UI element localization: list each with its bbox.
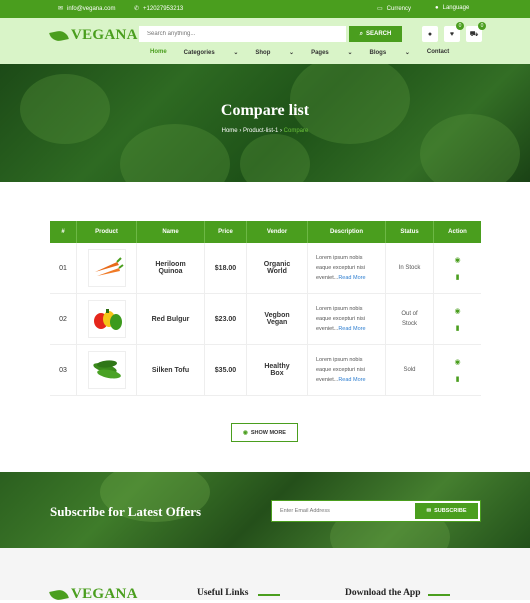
currency-icon: ▭ — [377, 6, 383, 12]
phone-icon: ✆ — [134, 6, 140, 12]
subscribe-button[interactable]: ✉ SUBSCRIBE — [415, 503, 478, 519]
phone-contact[interactable]: ✆ +12027953213 — [134, 5, 183, 13]
search-button[interactable]: ⌕ SEARCH — [349, 26, 402, 42]
cart-icon: ⛟ — [469, 30, 479, 38]
logo[interactable]: VEGANA — [49, 27, 138, 44]
subscribe-section: Subscribe for Latest Offers Enter Email … — [0, 472, 530, 548]
nav-home[interactable]: Home — [150, 49, 167, 56]
compare-section: # Product Name Price Vendor Description … — [0, 182, 530, 472]
view-icon[interactable]: ◉ — [454, 307, 460, 315]
nav-contact[interactable]: Contact — [427, 49, 449, 56]
table-row: 03 Silken Tofu $35.00 Healthy Box Lorem … — [50, 345, 481, 396]
nav-pages[interactable]: Pages ⌄ — [311, 49, 352, 56]
breadcrumb: Home › Product-list-1 › Compare — [221, 128, 309, 134]
search-input[interactable] — [139, 26, 346, 42]
heart-icon: ♥ — [449, 30, 455, 38]
currency-selector[interactable]: ▭ Currency — [377, 5, 411, 13]
leaf-icon — [49, 28, 69, 43]
globe-icon: ● — [435, 5, 439, 11]
footer: VEGANA Useful Links Download the App — [0, 548, 530, 603]
product-image-peppers[interactable] — [87, 300, 126, 338]
download-app-heading: Download the App — [345, 588, 421, 598]
mail-icon: ✉ — [426, 508, 432, 514]
crumb-current: Compare — [283, 128, 309, 134]
language-selector[interactable]: ● Language — [435, 5, 469, 11]
subscribe-title: Subscribe for Latest Offers — [50, 504, 202, 519]
header: VEGANA ⌕SEARCH ● ♥ 0 ⛟ 0 Home Categories… — [0, 18, 530, 64]
nav-blogs[interactable]: Blogs ⌄ — [369, 49, 409, 56]
crumb-home[interactable]: Home — [222, 128, 238, 134]
read-more-link[interactable]: Read More — [338, 377, 365, 383]
user-icon: ● — [427, 30, 433, 38]
cart-count: 0 — [478, 22, 486, 30]
search-icon: ⌕ — [359, 30, 364, 37]
user-button[interactable]: ● — [422, 26, 438, 42]
delete-icon[interactable]: ▮ — [454, 273, 460, 281]
nav-categories[interactable]: Categories ⌄ — [184, 49, 239, 56]
table-row: 01 Heriloom Quinoa $18.00 Organic World … — [50, 243, 481, 294]
read-more-link[interactable]: Read More — [338, 275, 365, 281]
crumb-product-list[interactable]: Product-list-1 — [243, 128, 278, 134]
wishlist-button[interactable]: ♥ 0 — [444, 22, 464, 42]
product-image-carrots[interactable] — [87, 249, 126, 287]
page-title: Compare list — [220, 102, 310, 119]
view-icon[interactable]: ◉ — [454, 358, 460, 366]
mail-icon: ✉ — [58, 6, 64, 12]
view-icon[interactable]: ◉ — [454, 256, 460, 264]
product-image-cucumbers[interactable] — [87, 351, 126, 389]
delete-icon[interactable]: ▮ — [454, 375, 460, 383]
nav-shop[interactable]: Shop ⌄ — [255, 49, 294, 56]
top-bar: ✉ info@vegana.com ✆ +12027953213 ▭ Currency… — [0, 0, 530, 18]
table-row: 02 Red Bulgur $23.00 Vegbon Vegan Lorem … — [50, 294, 481, 345]
email-contact[interactable]: ✉ info@vegana.com — [58, 5, 115, 13]
hero-banner: Compare list Home › Product-list-1 › Com… — [0, 64, 530, 182]
footer-logo[interactable]: VEGANA — [49, 586, 138, 603]
leaf-icon — [49, 587, 69, 602]
table-header: # Product Name Price Vendor Description … — [50, 221, 481, 243]
delete-icon[interactable]: ▮ — [454, 324, 460, 332]
wishlist-count: 0 — [456, 22, 464, 30]
show-more-button[interactable]: ◉ SHOW MORE — [231, 423, 298, 442]
read-more-link[interactable]: Read More — [338, 326, 365, 332]
main-nav: Home Categories ⌄ Shop ⌄ Pages ⌄ Blogs ⌄… — [150, 49, 466, 56]
cart-button[interactable]: ⛟ 0 — [466, 22, 486, 42]
useful-links-heading: Useful Links — [197, 588, 249, 598]
eye-icon: ◉ — [243, 429, 248, 436]
